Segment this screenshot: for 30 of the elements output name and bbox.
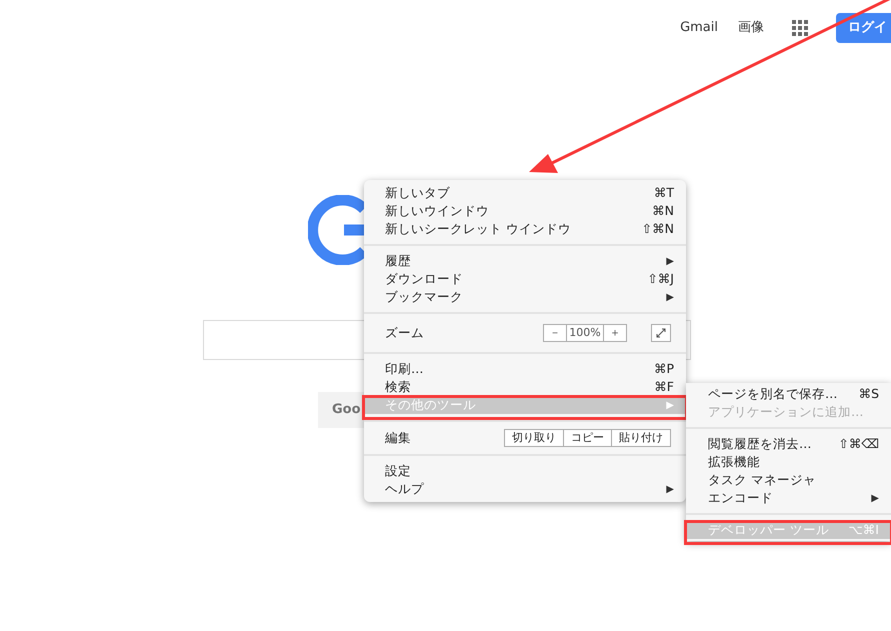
menu-item[interactable]: 新しいシークレット ウインドウ ⇧⌘N [364,220,686,238]
menu-item[interactable]: 閲覧履歴を消去… ⇧⌘⌫ [686,435,891,453]
edit-button[interactable]: 貼り付け [611,430,670,446]
edit-button[interactable]: 切り取り [505,430,563,446]
menu-label: 編集 [385,428,412,447]
menu-item[interactable]: ページを別名で保存… ⌘S [686,385,891,403]
zoom-out-button[interactable]: － [544,325,566,341]
menu-item[interactable]: ブックマーク ▶ [364,288,686,306]
apps-grid-icon[interactable] [792,20,808,36]
menu-item[interactable]: 履歴 ▶ [364,252,686,270]
menu-item[interactable]: 印刷… ⌘P [364,360,686,378]
zoom-in-button[interactable]: ＋ [604,325,626,341]
menu-label: ズーム [385,324,425,342]
search-button[interactable]: Goo [318,392,364,428]
menu-item[interactable]: 設定 [364,462,686,480]
menu-item[interactable]: 検索 ⌘F [364,378,686,396]
menu-item[interactable]: タスク マネージャ [686,471,891,489]
menu-item[interactable]: 新しいウインドウ ⌘N [364,202,686,220]
menu-item[interactable]: ダウンロード ⇧⌘J [364,270,686,288]
login-button[interactable]: ログイ [836,13,891,43]
menu-item[interactable]: 新しいタブ ⌘T [364,184,686,202]
edit-button[interactable]: コピー [563,430,611,446]
menu-item[interactable]: 拡張機能 [686,453,891,471]
menu-item[interactable]: ヘルプ ▶ [364,480,686,498]
zoom-level: 100% [566,325,604,341]
gmail-link[interactable]: Gmail [680,18,718,38]
fullscreen-icon[interactable] [651,324,671,342]
images-link[interactable]: 画像 [738,18,764,38]
menu-item[interactable]: エンコード ▶ [686,489,891,507]
g-logo [308,195,364,265]
